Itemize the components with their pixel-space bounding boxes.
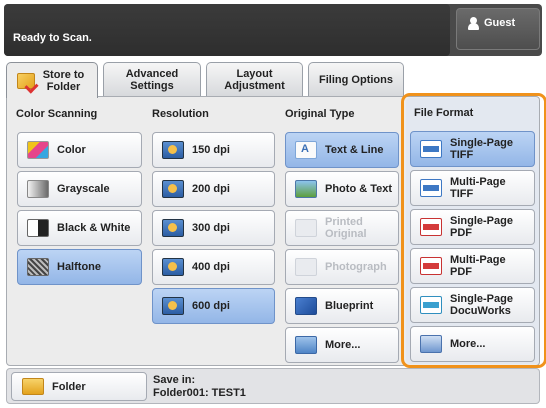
more-icon xyxy=(420,335,442,353)
option-label: Single-Page DocuWorks xyxy=(450,293,513,317)
save-in-label: Save in: xyxy=(153,374,196,386)
label-line2: PDF xyxy=(450,266,472,278)
photograph-icon xyxy=(295,258,317,276)
resolution-title: Resolution xyxy=(152,108,209,120)
printed-original-icon xyxy=(295,219,317,237)
option-label: Multi-Page TIFF xyxy=(450,176,506,200)
label-line2: DocuWorks xyxy=(450,305,511,317)
folder-button[interactable]: Folder xyxy=(11,372,147,401)
option-label: Halftone xyxy=(57,261,101,273)
photo-text-icon xyxy=(295,180,317,198)
resolution-600-option[interactable]: 600 dpi xyxy=(152,288,275,324)
format-multi-page-pdf[interactable]: Multi-Page PDF xyxy=(410,248,535,284)
label-line1: Single-Page xyxy=(450,215,513,227)
original-type-more-option[interactable]: More... xyxy=(285,327,399,363)
format-single-page-tiff[interactable]: Single-Page TIFF xyxy=(410,131,535,167)
format-single-page-pdf[interactable]: Single-Page PDF xyxy=(410,209,535,245)
status-area: Ready to Scan. xyxy=(4,4,450,56)
photo-text-option[interactable]: Photo & Text xyxy=(285,171,399,207)
bottom-bar: Folder Save in: Folder001: TEST1 xyxy=(6,368,540,404)
folder-button-label: Folder xyxy=(52,380,86,393)
guest-button[interactable]: Guest xyxy=(456,8,540,50)
tab-label: Layout Adjustment xyxy=(224,67,285,92)
tiff-icon xyxy=(420,179,442,197)
option-label: 300 dpi xyxy=(192,222,230,234)
color-scanning-title: Color Scanning xyxy=(16,108,98,120)
status-message: Ready to Scan. xyxy=(13,32,92,44)
label-line2: TIFF xyxy=(450,188,474,200)
resolution-200-option[interactable]: 200 dpi xyxy=(152,171,275,207)
store-folder-icon xyxy=(16,72,35,89)
option-label: Single-Page PDF xyxy=(450,215,513,239)
format-multi-page-tiff[interactable]: Multi-Page TIFF xyxy=(410,170,535,206)
resolution-400-option[interactable]: 400 dpi xyxy=(152,249,275,285)
text-line-option[interactable]: Text & Line xyxy=(285,132,399,168)
option-label: More... xyxy=(450,338,486,350)
tab-label: Store to Folder xyxy=(42,68,85,93)
save-in-value: Folder001: TEST1 xyxy=(153,387,246,399)
option-label: Printed Original xyxy=(325,216,367,240)
printed-original-option: Printed Original xyxy=(285,210,399,246)
option-label: Text & Line xyxy=(325,144,384,156)
resolution-300-option[interactable]: 300 dpi xyxy=(152,210,275,246)
pdf-icon xyxy=(420,218,442,236)
format-more-option[interactable]: More... xyxy=(410,326,535,362)
option-label: Photograph xyxy=(325,261,387,273)
scanner-icon xyxy=(162,219,184,237)
docuworks-icon xyxy=(420,296,442,314)
grayscale-icon xyxy=(27,180,49,198)
halftone-option[interactable]: Halftone xyxy=(17,249,142,285)
pdf-icon xyxy=(420,257,442,275)
label-line1: Single-Page xyxy=(450,137,513,149)
tab-advanced-settings[interactable]: Advanced Settings xyxy=(103,62,201,96)
top-status-bar: Ready to Scan. Guest xyxy=(4,4,542,56)
option-label: Single-Page TIFF xyxy=(450,137,513,161)
blueprint-option[interactable]: Blueprint xyxy=(285,288,399,324)
option-label: 400 dpi xyxy=(192,261,230,273)
file-format-title: File Format xyxy=(414,107,474,119)
guest-label: Guest xyxy=(484,17,516,29)
tab-label: Advanced Settings xyxy=(125,67,179,92)
option-label: More... xyxy=(325,339,361,351)
color-icon xyxy=(27,141,49,159)
label-line2: TIFF xyxy=(450,149,474,161)
black-white-icon xyxy=(27,219,49,237)
color-option[interactable]: Color xyxy=(17,132,142,168)
label-line1: Multi-Page xyxy=(450,254,506,266)
tiff-icon xyxy=(420,140,442,158)
user-icon xyxy=(467,17,479,30)
option-label: Blueprint xyxy=(325,300,374,312)
scanner-icon xyxy=(162,258,184,276)
black-white-option[interactable]: Black & White xyxy=(17,210,142,246)
option-label: 200 dpi xyxy=(192,183,230,195)
tab-label: Filing Options xyxy=(319,73,393,86)
resolution-150-option[interactable]: 150 dpi xyxy=(152,132,275,168)
option-label: Black & White xyxy=(57,222,131,234)
scanner-icon xyxy=(162,180,184,198)
save-in-info: Save in: Folder001: TEST1 xyxy=(153,374,246,400)
scanner-icon xyxy=(162,141,184,159)
tab-store-to-folder[interactable]: Store to Folder xyxy=(6,62,98,98)
option-label: Color xyxy=(57,144,86,156)
label-line1: Single-Page xyxy=(450,293,513,305)
text-line-icon xyxy=(295,141,317,159)
option-label: 150 dpi xyxy=(192,144,230,156)
tab-filing-options[interactable]: Filing Options xyxy=(308,62,404,96)
format-single-page-docuworks[interactable]: Single-Page DocuWorks xyxy=(410,287,535,323)
tab-layout-adjustment[interactable]: Layout Adjustment xyxy=(206,62,303,96)
grayscale-option[interactable]: Grayscale xyxy=(17,171,142,207)
scanner-icon xyxy=(162,297,184,315)
option-label: Photo & Text xyxy=(325,183,393,195)
option-label: Grayscale xyxy=(57,183,110,195)
more-icon xyxy=(295,336,317,354)
original-type-title: Original Type xyxy=(285,108,355,120)
halftone-icon xyxy=(27,258,49,276)
blueprint-icon xyxy=(295,297,317,315)
label-line1: Multi-Page xyxy=(450,176,506,188)
folder-icon xyxy=(22,378,44,395)
label-line2: PDF xyxy=(450,227,472,239)
photograph-option: Photograph xyxy=(285,249,399,285)
option-label: 600 dpi xyxy=(192,300,230,312)
option-label: Multi-Page PDF xyxy=(450,254,506,278)
